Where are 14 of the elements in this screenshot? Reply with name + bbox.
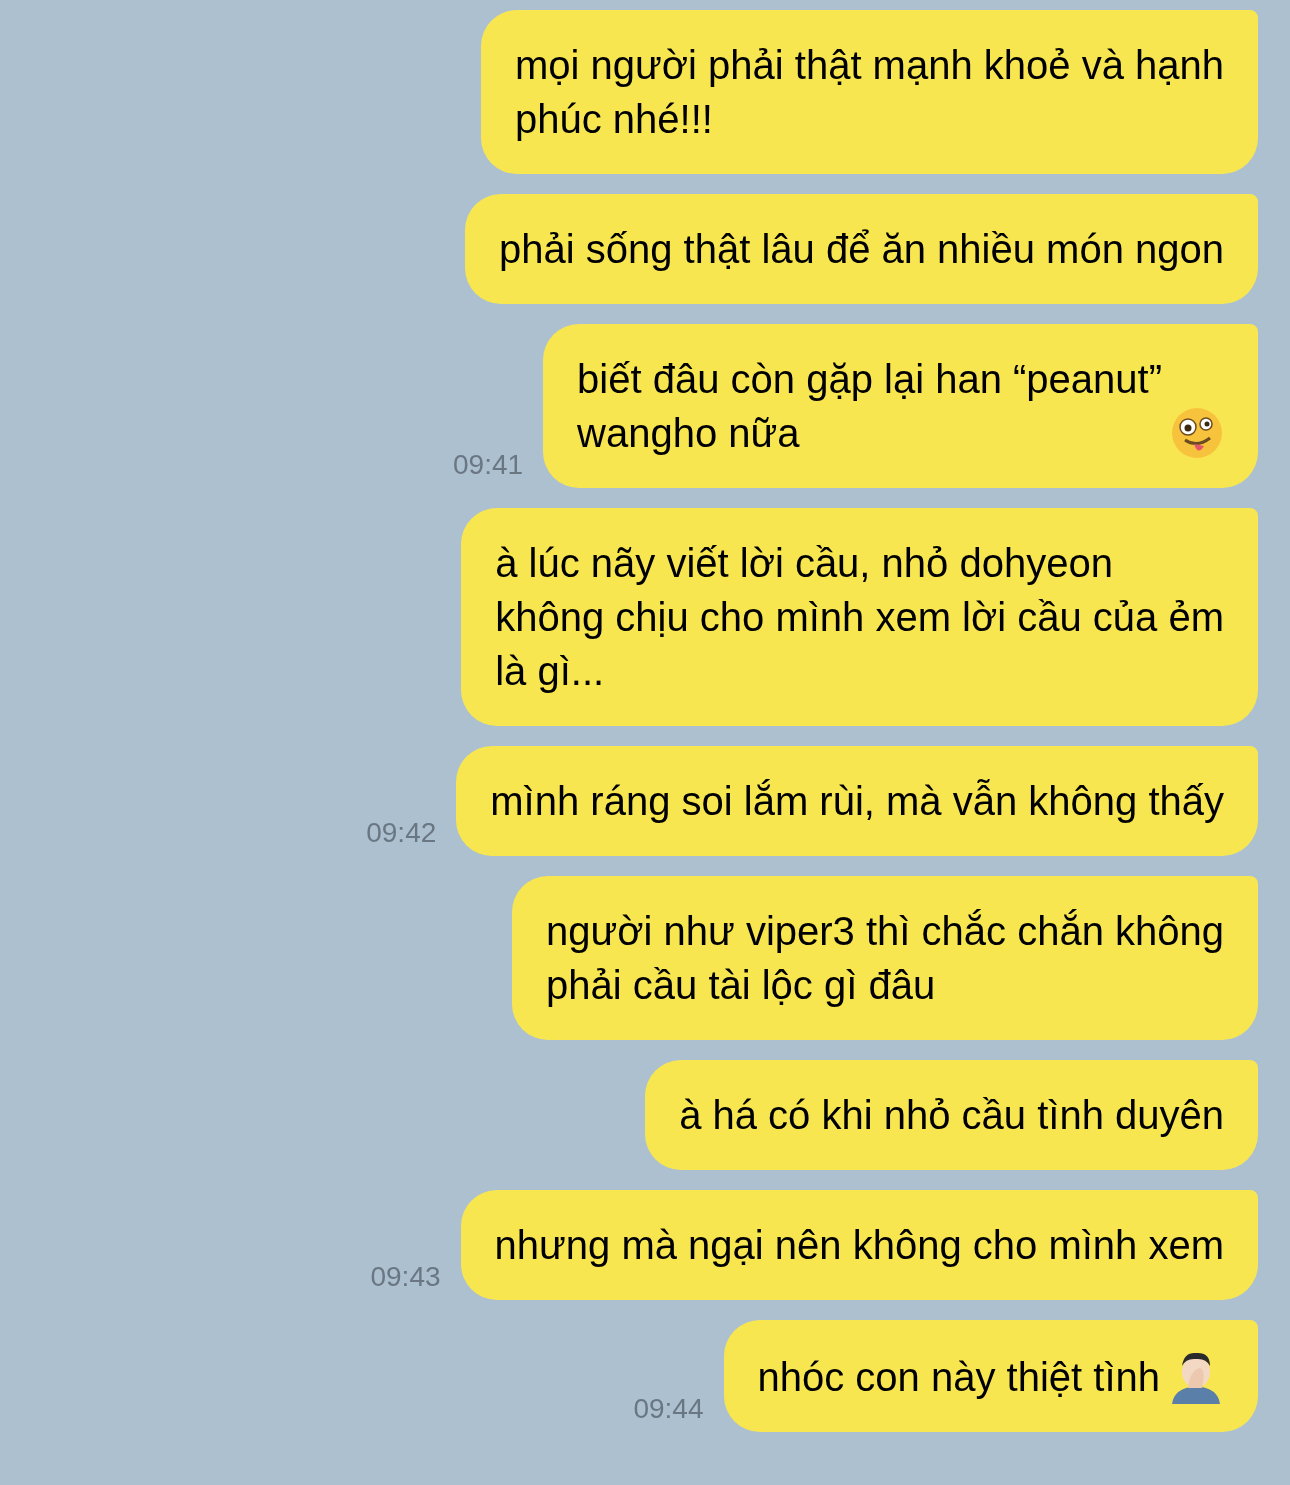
message-text: nhóc con này thiệt tình — [757, 1354, 1160, 1401]
message-text: biết đâu còn gặp lại han “peanut” wangho nữa — [577, 356, 1162, 457]
message-time: 09:42 — [366, 816, 437, 850]
message-text: nhưng mà ngại nên không cho mình xem — [494, 1222, 1224, 1269]
message-text: mình ráng soi lắm rùi, mà vẫn không thấy — [490, 778, 1224, 825]
message-time: 09:44 — [633, 1392, 704, 1426]
zany-face-icon — [1170, 406, 1224, 460]
message-text: à lúc nãy viết lời cầu, nhỏ dohyeon không chịu cho mình xem lời cầu của ẻm là gì... — [495, 540, 1224, 695]
message-text: phải sống thật lâu để ăn nhiều món ngon — [498, 226, 1224, 273]
message-text: à há có khi nhỏ cầu tình duyên — [679, 1092, 1224, 1139]
message-time: 09:43 — [370, 1260, 441, 1294]
message-time: 09:41 — [453, 448, 524, 482]
message-text: mọi người phải thật mạnh khoẻ và hạnh phúc nhé!!! — [515, 42, 1224, 143]
message-text: người như viper3 thì chắc chắn không phải cầu tài lộc gì đâu — [546, 908, 1224, 1009]
